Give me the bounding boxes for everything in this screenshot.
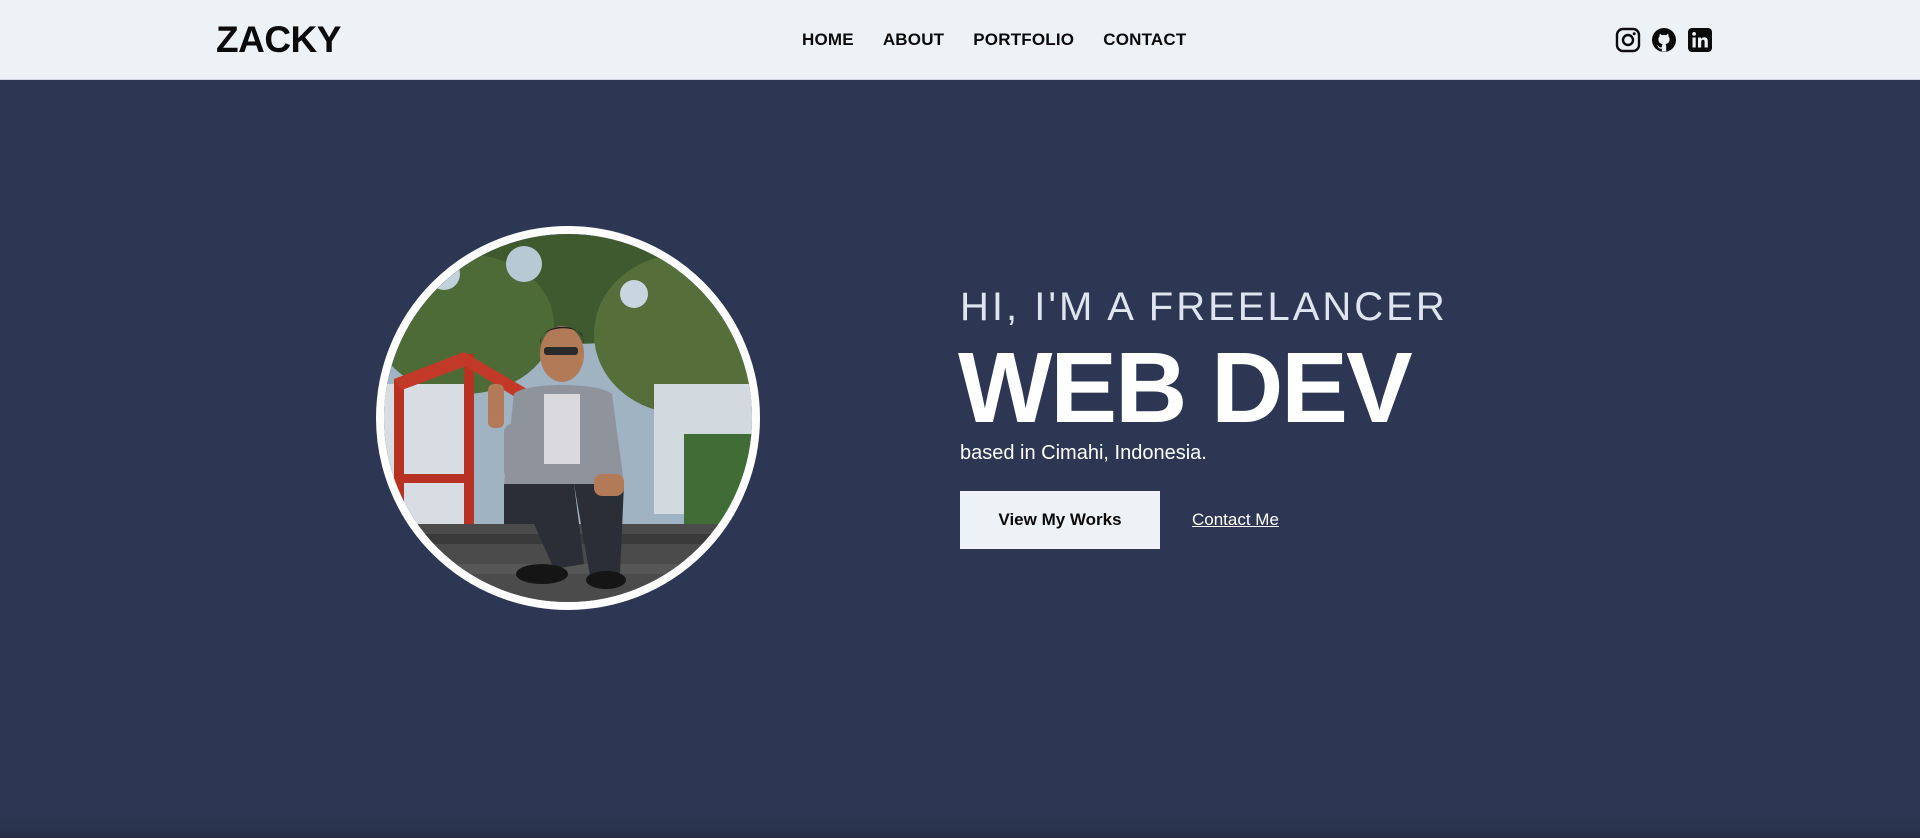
nav-home[interactable]: HOME (802, 29, 854, 51)
profile-photo (376, 226, 760, 610)
social-links (1615, 27, 1713, 53)
hero-bottom-shadow (0, 814, 1920, 838)
linkedin-icon[interactable] (1687, 27, 1713, 53)
nav-contact[interactable]: CONTACT (1103, 29, 1186, 51)
navbar: ZACKY HOME ABOUT PORTFOLIO CONTACT (0, 0, 1920, 80)
github-icon[interactable] (1651, 27, 1677, 53)
view-works-button[interactable]: View My Works (960, 491, 1160, 549)
brand-logo[interactable]: ZACKY (216, 18, 341, 62)
nav-about[interactable]: ABOUT (883, 29, 944, 51)
hero-tagline: based in Cimahi, Indonesia. (960, 442, 1207, 464)
instagram-icon[interactable] (1615, 27, 1641, 53)
hero-subtitle: HI, I'M A FREELANCER (960, 285, 1448, 329)
main-nav: HOME ABOUT PORTFOLIO CONTACT (802, 29, 1186, 51)
nav-portfolio[interactable]: PORTFOLIO (973, 29, 1074, 51)
contact-me-link[interactable]: Contact Me (1192, 509, 1279, 531)
hero-headline: WEB DEV (958, 332, 1413, 444)
